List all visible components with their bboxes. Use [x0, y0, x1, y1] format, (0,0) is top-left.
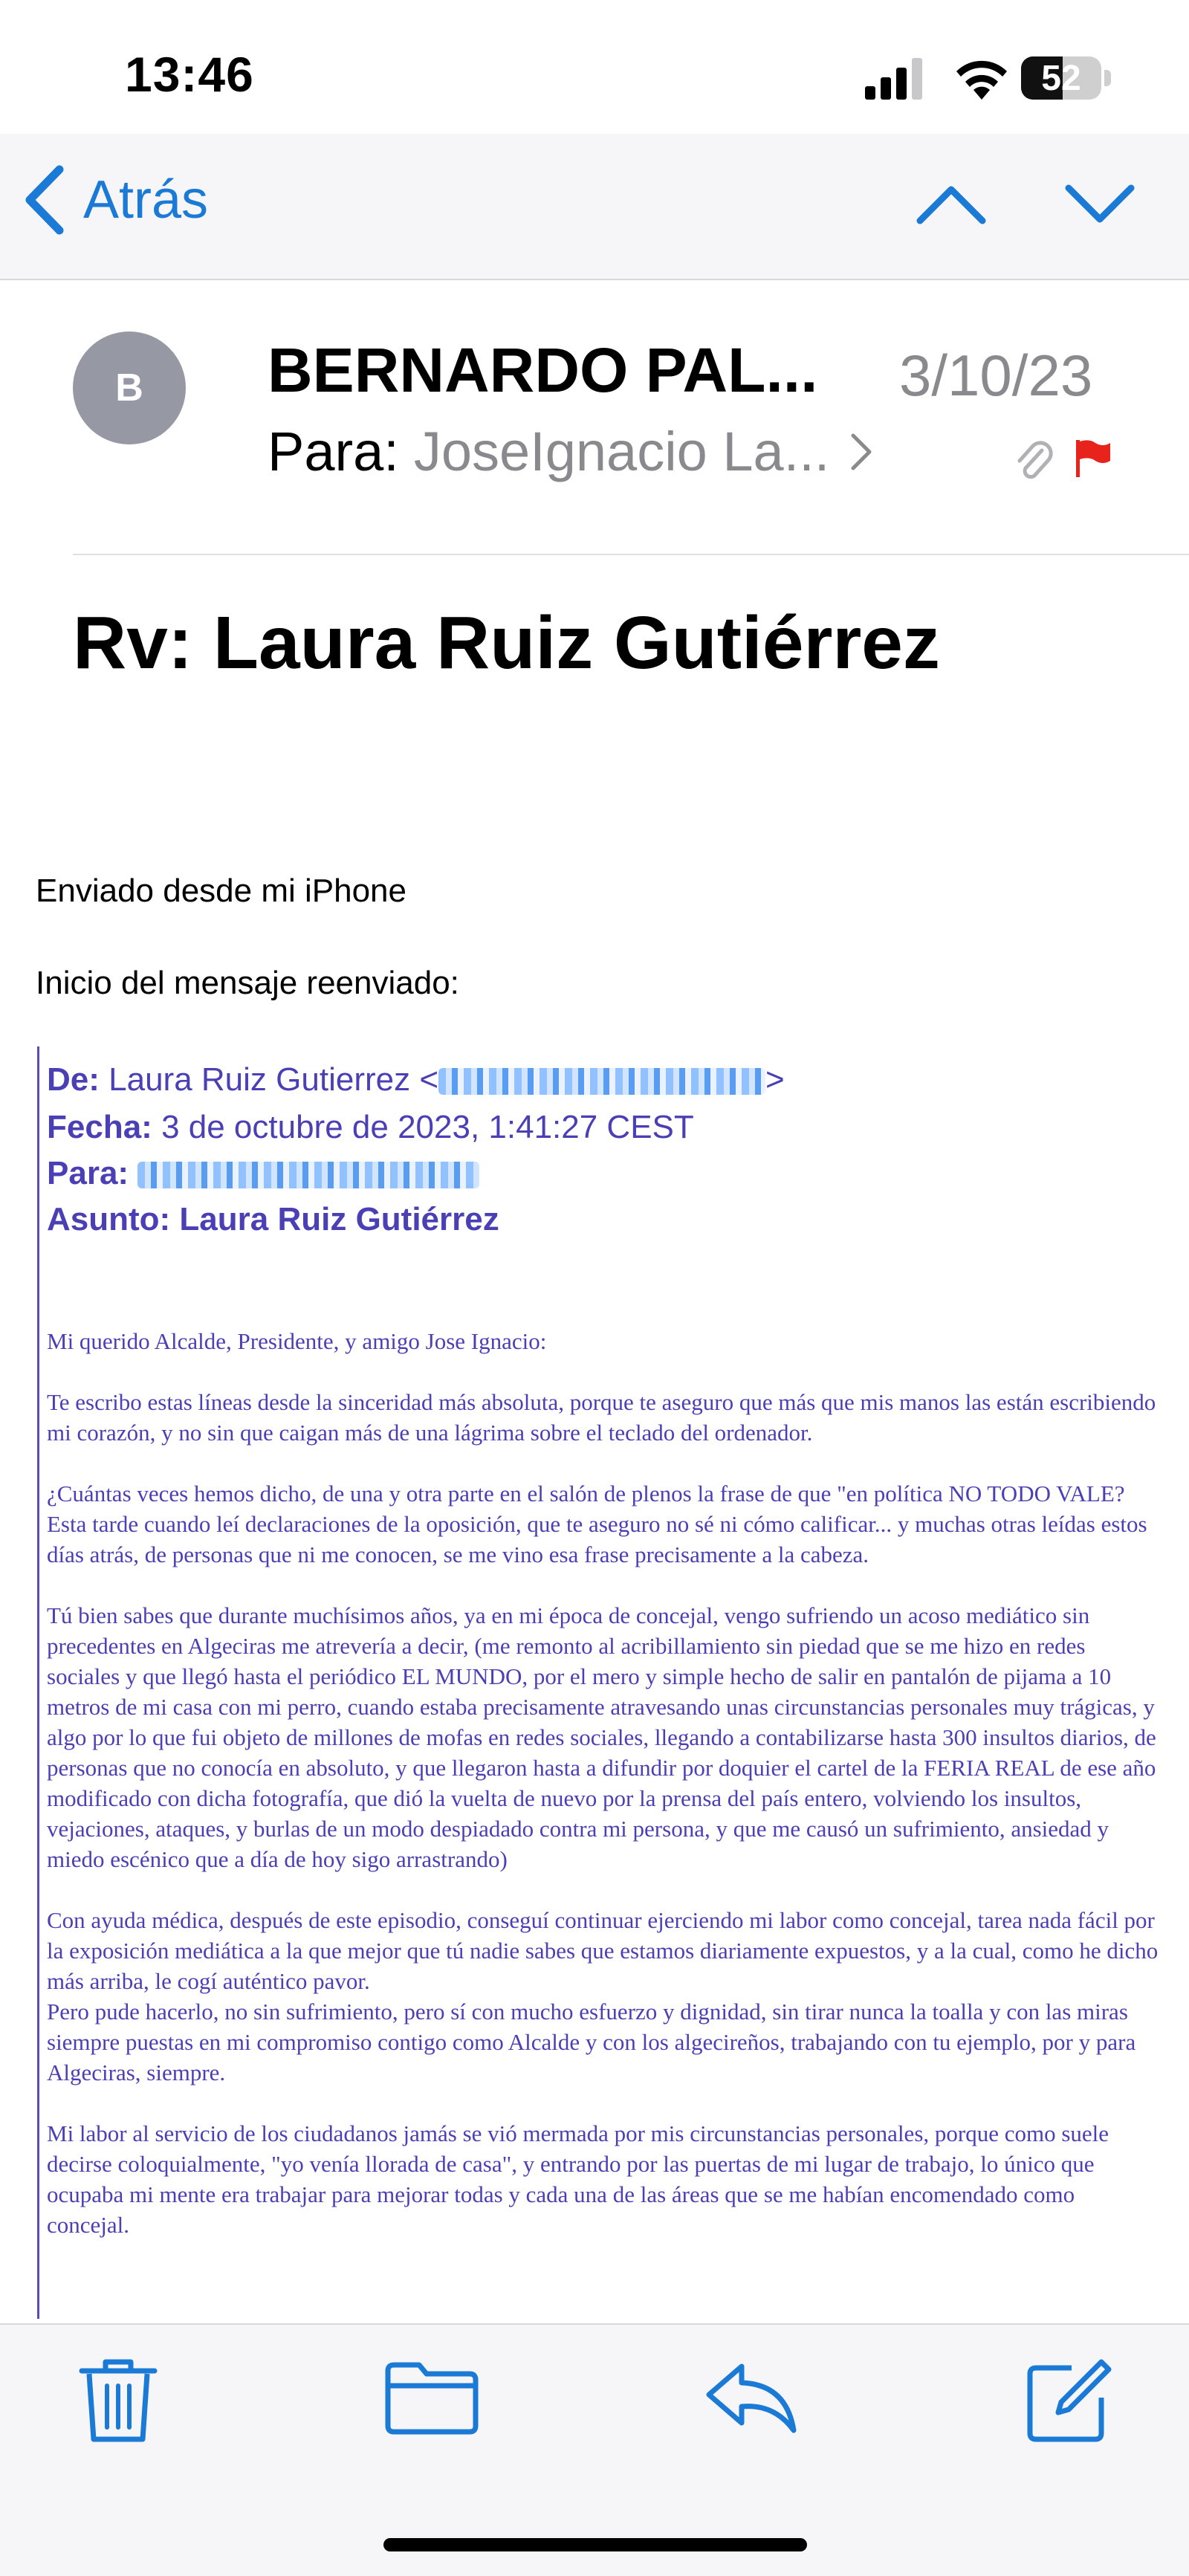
- message-date: 3/10/23: [899, 343, 1093, 408]
- recipient-row[interactable]: Para: JoseIgnacio La...: [268, 420, 874, 483]
- folder-icon[interactable]: [383, 2356, 480, 2438]
- letter-paragraph: Te escribo estas líneas desde la sinceri…: [47, 1389, 1156, 1446]
- forward-subject: Asunto: Laura Ruiz Gutiérrez: [47, 1201, 499, 1237]
- compose-icon[interactable]: [1024, 2356, 1113, 2445]
- chevron-left-icon: [25, 165, 64, 235]
- sent-from-signature: Enviado desde mi iPhone: [36, 873, 406, 909]
- header-divider: [73, 554, 1189, 555]
- letter-paragraph: Esta tarde cuando leí declaraciones de l…: [47, 1511, 1147, 1567]
- battery-icon: 52: [1021, 56, 1113, 100]
- sender-avatar[interactable]: B: [73, 331, 186, 444]
- sender-name[interactable]: BERNARDO PAL...: [268, 334, 817, 407]
- flag-icon: [1076, 440, 1110, 477]
- letter-paragraph: Mi querido Alcalde, Presidente, y amigo …: [47, 1328, 547, 1354]
- next-message-button[interactable]: [1063, 182, 1137, 227]
- home-indicator: [383, 2538, 807, 2551]
- attachment-icon: [1017, 441, 1053, 479]
- back-button[interactable]: Atrás: [22, 164, 208, 236]
- forwarded-message-quote: De: Laura Ruiz Gutierrez < > Fecha: 3 de …: [37, 1046, 1169, 2319]
- letter-paragraph: Con ayuda médica, después de este episod…: [47, 1907, 1159, 1994]
- battery-level: 52: [1041, 59, 1081, 98]
- trash-icon[interactable]: [77, 2356, 159, 2445]
- redacted-email-link[interactable]: [137, 1162, 480, 1189]
- forward-from: De: Laura Ruiz Gutierrez < >: [47, 1061, 785, 1098]
- letter-paragraph: ¿Cuántas veces hemos dicho, de una y otr…: [47, 1480, 1125, 1507]
- letter-body: Mi querido Alcalde, Presidente, y amigo …: [47, 1326, 1162, 2271]
- previous-message-button[interactable]: [914, 182, 988, 227]
- letter-paragraph: Tú bien sabes que durante muchísimos año…: [47, 1602, 1156, 1872]
- reply-icon[interactable]: [703, 2356, 800, 2438]
- recipient-name: JoseIgnacio La...: [413, 421, 830, 482]
- letter-paragraph: Mi labor al servicio de los ciudadanos j…: [47, 2120, 1109, 2238]
- forward-to: Para:: [47, 1155, 480, 1192]
- status-time: 13:46: [125, 47, 254, 102]
- chevron-right-icon: [851, 433, 872, 470]
- cellular-signal-icon: [865, 58, 922, 100]
- forward-start-label: Inicio del mensaje reenviado:: [36, 965, 459, 1001]
- wifi-icon: [956, 60, 1007, 100]
- forward-date: Fecha: 3 de octubre de 2023, 1:41:27 CES…: [47, 1109, 694, 1145]
- letter-paragraph: Pero pude hacerlo, no sin sufrimiento, p…: [47, 1999, 1136, 2085]
- back-label: Atrás: [83, 170, 209, 230]
- redacted-email: [438, 1068, 766, 1096]
- to-label: Para:: [268, 421, 399, 482]
- message-subject: Rv: Laura Ruiz Gutiérrez: [73, 601, 940, 685]
